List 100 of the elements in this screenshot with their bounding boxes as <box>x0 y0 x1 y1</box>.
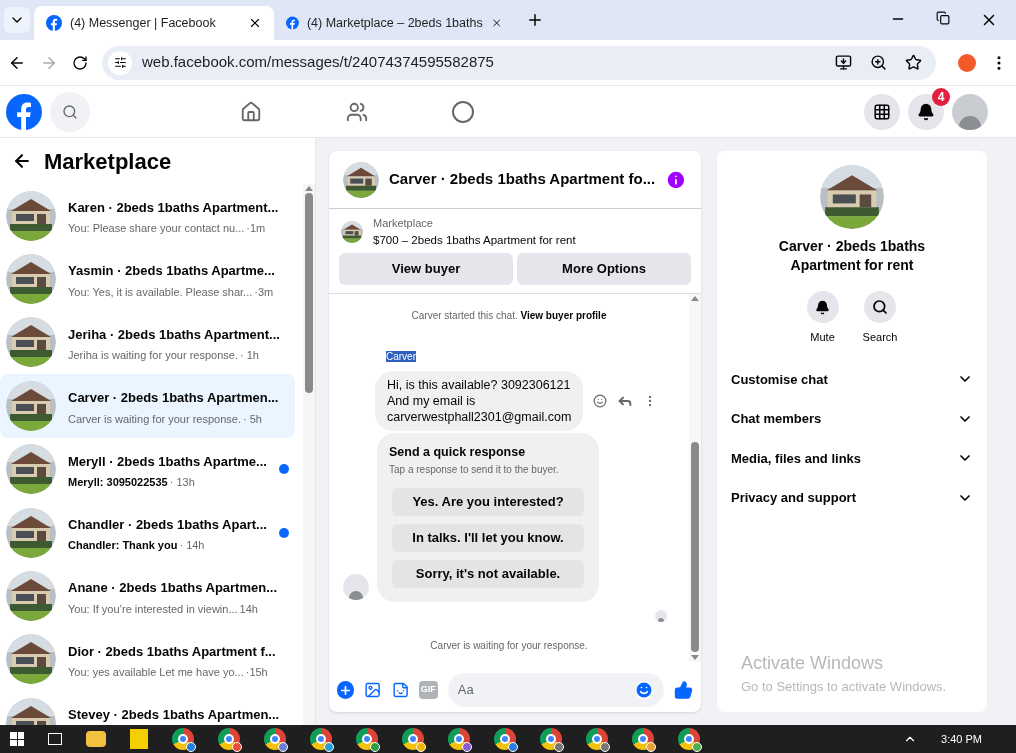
browser-tab[interactable]: (4) Messenger | Facebook <box>34 6 274 40</box>
grid-icon[interactable] <box>873 102 891 121</box>
conversation-preview: Jeriha is waiting for your response. <box>68 348 238 361</box>
address-bar[interactable]: web.facebook.com/messages/t/24074374595582875 <box>102 45 936 80</box>
home-icon[interactable] <box>240 100 262 123</box>
scroll-up-icon[interactable] <box>305 186 313 191</box>
action-button[interactable]: More Options <box>517 252 691 285</box>
quick-response-button[interactable]: In talks. I'll let you know. <box>392 523 584 552</box>
sticker-icon[interactable] <box>391 681 409 699</box>
browser-tab[interactable]: (4) Marketplace – 2beds 1baths <box>274 6 514 40</box>
facebook-logo[interactable] <box>46 15 62 31</box>
conversation-time: ·1m <box>246 221 266 234</box>
browser-icon[interactable] <box>310 728 332 750</box>
scrollbar[interactable] <box>689 293 701 662</box>
search-button[interactable] <box>50 91 90 132</box>
quick-response-subtitle: Tap a response to send it to the buyer. <box>389 462 560 477</box>
conversation-item[interactable]: Yasmin · 2beds 1baths Apartme... You: Yes, it is available. Please shar... ·3m <box>0 247 295 311</box>
seen-avatar-icon <box>655 609 667 622</box>
conversation-item[interactable]: Karen · 2beds 1baths Apartment... You: Please share your contact nu... ·1m <box>0 184 295 248</box>
folder-icon[interactable] <box>86 731 106 747</box>
activation-title: Activate Windows <box>741 651 885 675</box>
browser-icon[interactable] <box>632 728 654 750</box>
message-field[interactable]: Aa <box>447 673 664 707</box>
restore-icon[interactable] <box>936 11 950 25</box>
reload-icon[interactable] <box>72 54 88 71</box>
browser-icon[interactable] <box>448 728 470 750</box>
browser-icon[interactable] <box>218 728 240 750</box>
conversation-title: Yasmin · 2beds 1baths Apartme... <box>68 262 276 281</box>
browser-icon[interactable] <box>402 728 424 750</box>
conversation-item[interactable]: Carver · 2beds 1baths Apartmen... Carver is waiting for your response. · 5h <box>0 374 295 438</box>
sidebar-title: Marketplace <box>44 147 172 176</box>
conversation-title: Anane · 2beds 1baths Apartmen... <box>68 579 278 598</box>
action-button[interactable]: View buyer <box>339 252 513 285</box>
conversation-time: 14h <box>239 601 258 614</box>
conversation-item[interactable]: Jeriha · 2beds 1baths Apartment... Jeriha is waiting for your response. · 1h <box>0 310 295 375</box>
start-icon[interactable] <box>10 732 24 746</box>
bell-icon[interactable] <box>815 299 831 315</box>
conversation-preview: Carver is waiting for your response. <box>68 411 241 424</box>
bell-icon[interactable] <box>917 102 935 121</box>
task-view-icon[interactable] <box>48 733 62 745</box>
browser-icon[interactable] <box>264 728 286 750</box>
browser-icon[interactable] <box>172 728 194 750</box>
browser-icon[interactable] <box>494 728 516 750</box>
new-tab-icon[interactable] <box>526 11 544 29</box>
install-icon[interactable] <box>835 54 852 71</box>
browser-icon[interactable] <box>356 728 378 750</box>
profile-avatar[interactable] <box>952 93 988 130</box>
close-icon[interactable] <box>248 16 262 30</box>
quick-response-button[interactable]: Yes. Are you interested? <box>392 487 584 516</box>
browser-icon[interactable] <box>540 728 562 750</box>
zoom-icon[interactable] <box>870 54 887 71</box>
waiting-note: Carver is waiting for your response. <box>429 638 589 653</box>
section-row[interactable]: Privacy and support <box>731 478 973 518</box>
extension-icon[interactable] <box>958 53 976 72</box>
conversation-item[interactable]: Chandler · 2beds 1baths Apart... Chandler: Thank you · 14h <box>0 500 295 565</box>
clock[interactable]: 3:40 PM <box>941 730 982 748</box>
scroll-down-icon[interactable] <box>691 655 699 660</box>
scroll-up-icon[interactable] <box>691 295 699 301</box>
view-profile-link[interactable]: View buyer profile <box>520 309 607 321</box>
menu-button[interactable] <box>864 93 900 130</box>
message-bubble: Hi, is this available? 3092306121 And my email is carverwestphall2301@gmail.com <box>375 370 584 431</box>
friends-icon[interactable] <box>346 100 368 123</box>
conversation-time: ·15h <box>245 665 268 678</box>
conversation-item[interactable]: Meryll · 2beds 1baths Apartme... Meryll: 3095022535 · 13h <box>0 437 295 501</box>
photo-icon[interactable] <box>364 681 382 699</box>
tab-title: (4) Marketplace – 2beds 1baths <box>306 14 483 32</box>
conversation-preview: Meryll: 3095022535 <box>68 475 168 487</box>
conversation-title: Jeriha · 2beds 1baths Apartment... <box>68 325 281 344</box>
search-icon[interactable] <box>872 299 888 315</box>
section-row[interactable]: Media, files and links <box>731 438 973 478</box>
scrollbar-thumb[interactable] <box>691 442 699 652</box>
emoji-icon[interactable] <box>593 393 608 408</box>
url-text: web.facebook.com/messages/t/24074374595582875 <box>142 52 495 73</box>
notifications-button[interactable] <box>908 93 944 130</box>
conversation-title: Dior · 2beds 1baths Apartment f... <box>68 642 277 661</box>
browser-icon[interactable] <box>586 728 608 750</box>
facebook-logo[interactable] <box>286 15 299 31</box>
notification-badge: 4 <box>932 88 950 106</box>
quick-response-button[interactable]: Sorry, it's not available. <box>392 559 584 588</box>
back-icon[interactable] <box>12 151 32 171</box>
listing-label: Marketplace <box>373 216 434 231</box>
section-row[interactable]: Customise chat <box>731 359 973 399</box>
conversation-preview: You: yes available Let me have yo... <box>68 665 244 678</box>
section-row[interactable]: Chat members <box>731 399 973 439</box>
like-icon[interactable] <box>673 680 693 700</box>
conversation-item[interactable]: Dior · 2beds 1baths Apartment f... You: yes available Let me have yo... ·15h <box>0 627 295 692</box>
conversation-time: · 5h <box>243 411 262 424</box>
site-info-icon[interactable] <box>113 56 127 69</box>
scrollbar[interactable] <box>303 184 315 725</box>
activation-subtitle: Go to Settings to activate Windows. <box>741 677 947 696</box>
scrollbar-thumb[interactable] <box>305 193 313 393</box>
info-icon[interactable] <box>665 168 687 191</box>
bookmark-star-icon[interactable] <box>905 54 922 71</box>
conversation-title: Karen · 2beds 1baths Apartment... <box>68 198 280 217</box>
conversation-item[interactable]: Anane · 2beds 1baths Apartmen... You: If you’re interested in viewin... 14h <box>0 564 295 628</box>
groups-icon[interactable] <box>452 100 474 123</box>
facebook-logo[interactable] <box>6 93 42 130</box>
browser-icon[interactable] <box>678 728 700 750</box>
message-input[interactable]: Aa <box>457 680 634 700</box>
chat-start-note: Carver started this chat. View buyer profile <box>410 308 608 323</box>
